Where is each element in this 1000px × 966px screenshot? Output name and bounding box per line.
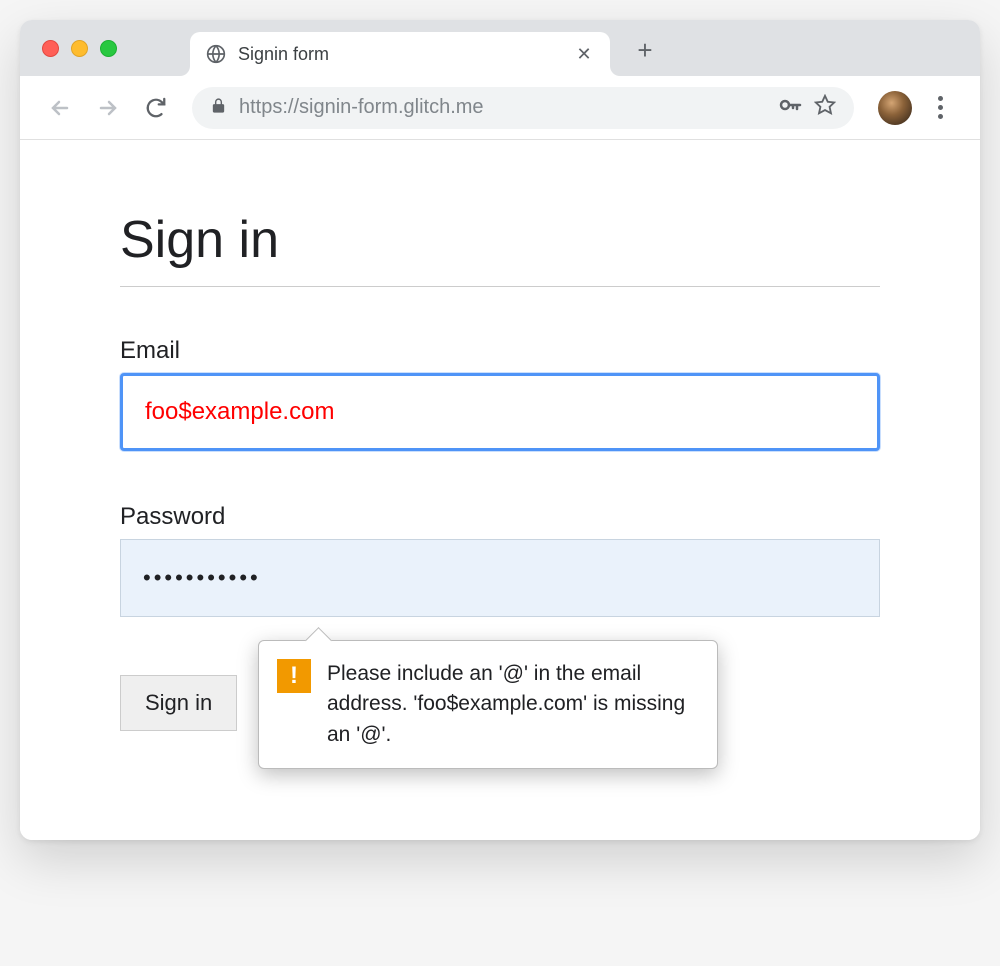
tab-title: Signin form xyxy=(238,44,562,65)
back-button[interactable] xyxy=(40,88,80,128)
close-window-button[interactable] xyxy=(42,40,59,57)
url-text: https://signin-form.glitch.me xyxy=(239,96,766,119)
tab-strip: Signin form ✕ + xyxy=(190,20,660,76)
maximize-window-button[interactable] xyxy=(100,40,117,57)
menu-button[interactable] xyxy=(920,96,960,119)
password-label: Password xyxy=(120,503,880,531)
forward-button[interactable] xyxy=(88,88,128,128)
page-content: Sign in Email Password Sign in ! Please … xyxy=(20,140,980,840)
toolbar: https://signin-form.glitch.me xyxy=(20,76,980,140)
window-controls xyxy=(42,40,117,57)
star-icon[interactable] xyxy=(814,94,836,121)
titlebar: Signin form ✕ + xyxy=(20,20,980,76)
email-field[interactable] xyxy=(120,373,880,451)
address-bar[interactable]: https://signin-form.glitch.me xyxy=(192,87,854,129)
browser-tab[interactable]: Signin form ✕ xyxy=(190,32,610,76)
password-field[interactable] xyxy=(120,539,880,617)
signin-button[interactable]: Sign in xyxy=(120,675,237,731)
warning-icon: ! xyxy=(277,659,311,693)
globe-icon xyxy=(206,44,226,64)
browser-window: Signin form ✕ + https://signin-form.glit… xyxy=(20,20,980,840)
lock-icon xyxy=(210,97,227,119)
validation-tooltip: ! Please include an '@' in the email add… xyxy=(258,640,718,769)
key-icon[interactable] xyxy=(778,93,802,122)
email-label: Email xyxy=(120,337,880,365)
page-title: Sign in xyxy=(120,210,880,287)
validation-message: Please include an '@' in the email addre… xyxy=(327,659,697,750)
profile-avatar[interactable] xyxy=(878,91,912,125)
minimize-window-button[interactable] xyxy=(71,40,88,57)
new-tab-button[interactable]: + xyxy=(630,35,660,66)
close-tab-button[interactable]: ✕ xyxy=(574,44,594,65)
reload-button[interactable] xyxy=(136,88,176,128)
